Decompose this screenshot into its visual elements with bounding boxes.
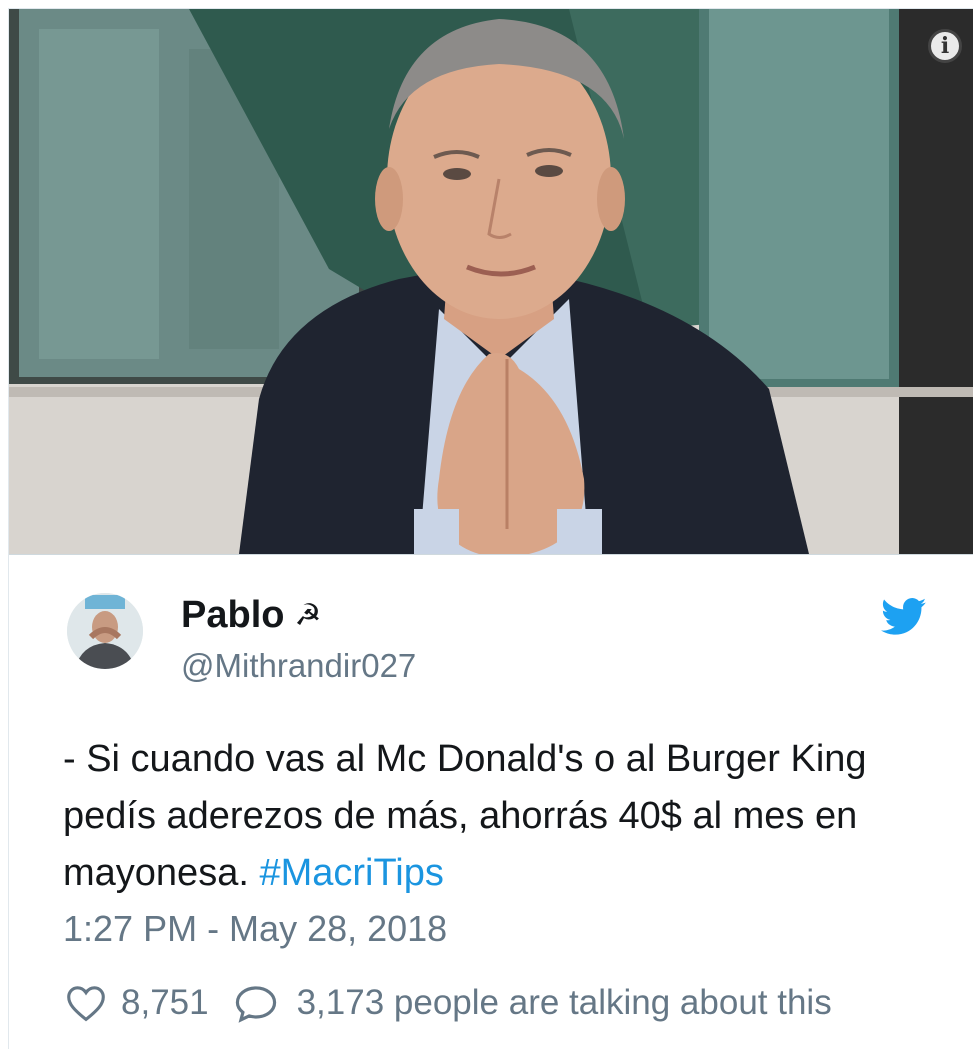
conversation-icon[interactable] — [233, 983, 279, 1023]
tweet-body: - Si cuando vas al Mc Donald's o al Burg… — [63, 738, 867, 894]
media-divider — [9, 554, 973, 555]
tweet-text: - Si cuando vas al Mc Donald's o al Burg… — [63, 731, 943, 902]
author-name[interactable]: Pablo — [181, 594, 284, 637]
conversation-count-text[interactable]: 3,173 people are talking about this — [297, 983, 832, 1023]
photo-illustration — [9, 9, 973, 554]
avatar[interactable] — [67, 593, 143, 669]
tweet-card: i Pablo ☭ @Mithrandir027 - Si cuando vas… — [8, 8, 973, 1049]
like-count[interactable]: 8,751 — [121, 983, 209, 1023]
hammer-sickle-icon: ☭ — [294, 597, 322, 633]
info-icon[interactable]: i — [928, 29, 962, 63]
tweet-actions: 8,751 3,173 people are talking about thi… — [65, 981, 832, 1025]
author-name-row[interactable]: Pablo ☭ — [181, 594, 321, 637]
hashtag-link[interactable]: #MacriTips — [259, 852, 443, 894]
tweet-timestamp[interactable]: 1:27 PM - May 28, 2018 — [63, 908, 447, 950]
tweet-photo[interactable]: i — [9, 9, 973, 554]
author-handle[interactable]: @Mithrandir027 — [181, 647, 416, 685]
heart-icon[interactable] — [65, 984, 107, 1022]
twitter-bird-icon[interactable] — [881, 597, 927, 637]
avatar-image — [67, 593, 143, 669]
